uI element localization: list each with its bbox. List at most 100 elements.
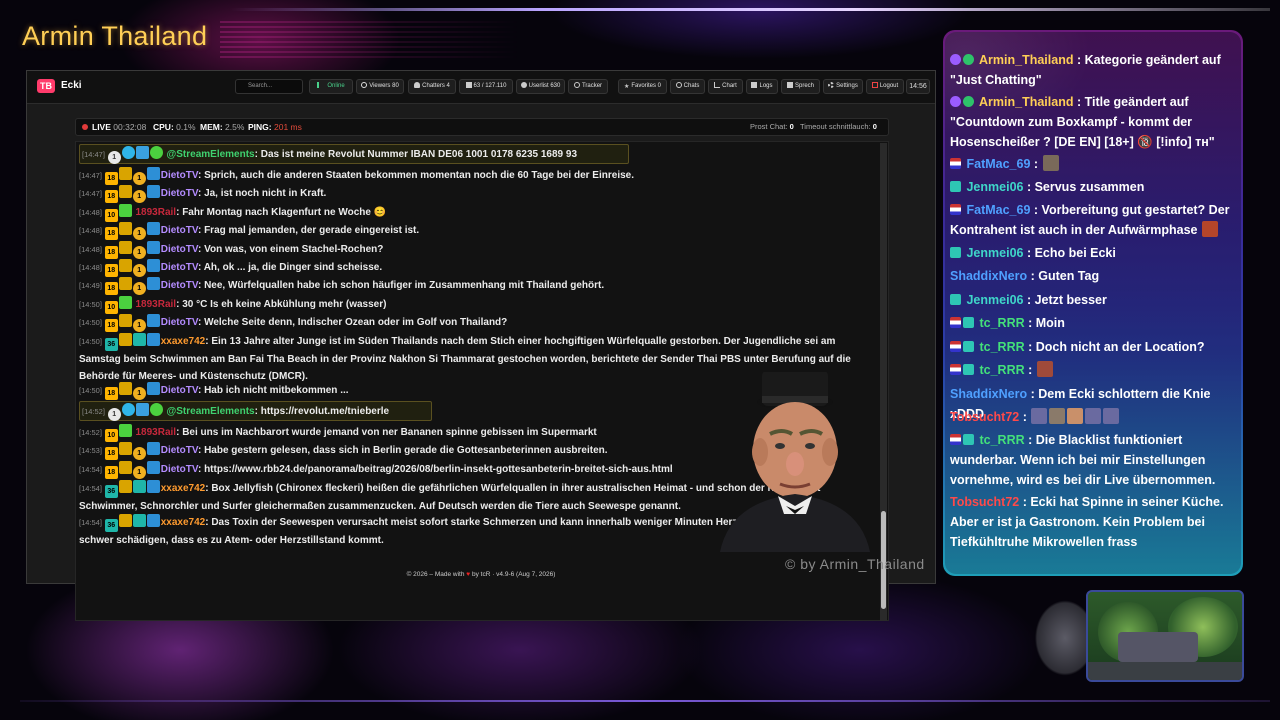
sprech-button[interactable]: Sprech: [781, 79, 820, 94]
crown-icon: [118, 480, 132, 493]
sword-icon: [146, 222, 160, 235]
viewers-button[interactable]: Viewers 80: [356, 79, 404, 94]
verified-icon: [963, 54, 974, 65]
points-button[interactable]: 63 / 127.110: [459, 79, 513, 94]
username[interactable]: DietoTV: [161, 188, 198, 199]
radar-icon: [573, 82, 580, 88]
username[interactable]: DietoTV: [161, 225, 198, 236]
floor-shape: [1088, 662, 1242, 680]
chart-icon: [714, 82, 721, 88]
overlay-username: FatMac_69: [966, 157, 1031, 171]
username[interactable]: xxaxe742: [161, 336, 206, 347]
chart-button[interactable]: Chart: [708, 79, 743, 94]
watermark: © by Armin_Thailand: [785, 556, 925, 572]
logout-button[interactable]: Logout: [866, 79, 904, 94]
tracker-button[interactable]: Tracker: [568, 79, 608, 94]
sword-icon: [146, 480, 160, 493]
timeout-value: 0: [872, 122, 877, 131]
username[interactable]: DietoTV: [161, 445, 198, 456]
username[interactable]: @StreamElements: [167, 406, 255, 417]
sub-badge-icon: [950, 294, 961, 305]
emote-icon: [1067, 408, 1084, 424]
flag-icon: [950, 434, 961, 445]
online-button[interactable]: Online: [309, 79, 353, 94]
overlay-chat-message: Jenmei06 : Echo bei Ecki: [950, 243, 1240, 263]
message-text: Frag mal jemanden, der gerade eingereist…: [204, 225, 420, 236]
timestamp: [14:47]: [82, 150, 105, 159]
username[interactable]: DietoTV: [161, 170, 198, 181]
overlay-chat-message: tc_RRR : Die Blacklist funktioniert wund…: [950, 433, 1216, 487]
favorites-button[interactable]: ★ Favorites 0: [618, 79, 667, 94]
frame-line-bottom: [20, 700, 1270, 702]
message-text: Ah, ok ... ja, die Dinger sind scheisse.: [203, 262, 383, 273]
userlist-button[interactable]: Userlist 630: [516, 79, 565, 94]
username[interactable]: 1893Rail: [136, 207, 177, 218]
speech-icon: [786, 82, 793, 88]
chatters-button[interactable]: Chatters 4: [408, 79, 456, 94]
username[interactable]: xxaxe742: [161, 483, 206, 494]
sword-icon: [146, 333, 160, 346]
chat-message: [14:50] 18 1 DietoTV: Welche Seite denn, I…: [79, 314, 859, 332]
crown-icon: [118, 461, 132, 474]
sub-badge-icon: [963, 317, 974, 328]
sub-badge-icon: [963, 364, 974, 375]
chats-button[interactable]: Chats: [670, 79, 705, 94]
username[interactable]: DietoTV: [161, 280, 198, 291]
timestamp: [14:53]: [79, 446, 102, 455]
emote-icon: [1031, 408, 1048, 424]
username[interactable]: DietoTV: [161, 317, 198, 328]
overlay-message-text: Servus zusammen: [1034, 180, 1145, 194]
overlay-chat-message: FatMac_69 :: [950, 154, 1240, 174]
timestamp: [14:52]: [79, 428, 102, 437]
chat-message: [14:47] 1 @StreamElements: Das ist meine…: [82, 146, 862, 164]
furniture-shape: [1118, 632, 1198, 662]
logs-button[interactable]: Logs: [746, 79, 778, 94]
footer: © 2026 – Made with ♥ by tcR · v4.9-6 (Au…: [27, 571, 935, 578]
overlay-stripes: [220, 18, 520, 58]
timestamp: [14:48]: [79, 263, 102, 272]
overlay-chat-message: ShaddixNero : Guten Tag: [950, 269, 1100, 283]
verified-icon: [149, 146, 163, 159]
emote-icon: [1085, 408, 1102, 424]
overlay-username: Jenmei06: [966, 246, 1024, 260]
streamer-avatar-portrait: [720, 372, 870, 552]
coin-icon: 1: [132, 190, 146, 203]
streamer-title: Armin Thailand: [22, 21, 208, 51]
overlay-chat-message: Tobsucht72 :: [950, 407, 1240, 427]
pin-icon: 1: [107, 151, 121, 164]
username[interactable]: xxaxe742: [161, 517, 206, 528]
app-logo[interactable]: TB: [37, 79, 55, 93]
favorites-label: Favorites 0: [631, 83, 662, 89]
username[interactable]: DietoTV: [161, 244, 198, 255]
username[interactable]: DietoTV: [161, 464, 198, 475]
status-bar: LIVE 00:32:08 CPU: 0.1% MEM: 2.5% PING: …: [75, 118, 889, 136]
overlay-username: Tobsucht72: [950, 495, 1020, 509]
username[interactable]: DietoTV: [161, 262, 198, 273]
sub-badge-icon: 18: [104, 246, 118, 259]
chat-message: [14:48] 18 1 DietoTV: Von was, von einem S…: [79, 241, 859, 259]
sub-badge-icon: 18: [104, 282, 118, 295]
sword-icon: [146, 461, 160, 474]
chat-message: [14:47] 18 1 DietoTV: Sprich, auch die and…: [79, 167, 859, 185]
sub-badge-icon: 18: [104, 319, 118, 332]
message-text: Das ist meine Revolut Nummer IBAN DE06 1…: [260, 149, 578, 160]
overlay-chat-message: Jenmei06 : Jetzt besser: [950, 290, 1240, 310]
message-text: Ja, ist noch nicht in Kraft.: [204, 188, 327, 199]
message-text[interactable]: https://revolut.me/tnieberle: [261, 406, 389, 417]
sub-badge-icon: 18: [104, 264, 118, 277]
username[interactable]: @StreamElements: [167, 149, 255, 160]
message-text[interactable]: https://www.rbb24.de/panorama/beitrag/20…: [204, 464, 673, 475]
webcam-preview: [1086, 590, 1244, 682]
chats-label: Chats: [683, 83, 700, 89]
crown-icon: [118, 382, 132, 395]
overlay-username: ShaddixNero: [950, 269, 1028, 283]
username[interactable]: DietoTV: [161, 385, 198, 396]
broadcaster-icon: [950, 96, 961, 107]
username[interactable]: 1893Rail: [136, 299, 177, 310]
chat-message: [14:47] 18 1 DietoTV: Ja, ist noch nicht i…: [79, 185, 859, 203]
settings-button[interactable]: Settings: [823, 79, 863, 94]
search-input[interactable]: Search...: [235, 79, 303, 94]
channel-name: Ecki: [61, 80, 82, 91]
chatters-label: Chatters 4: [422, 83, 450, 89]
username[interactable]: 1893Rail: [136, 427, 177, 438]
